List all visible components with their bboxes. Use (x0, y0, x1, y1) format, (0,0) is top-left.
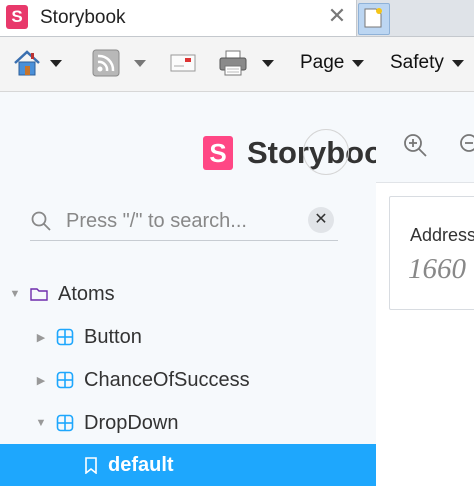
tree-item-label: DropDown (84, 411, 179, 434)
read-mail-button[interactable] (170, 47, 196, 79)
storybook-brand[interactable]: S Storybook (203, 129, 400, 175)
command-bar: Page Safety (0, 37, 474, 92)
tree-item-default-story[interactable]: default (0, 444, 376, 486)
storybook-sidebar: S Storybook ✕ ▼ Atoms ▶ Button ▶ ChanceO… (0, 92, 400, 486)
feeds-button[interactable] (92, 47, 146, 79)
page-menu[interactable]: Page (300, 47, 365, 79)
bookmark-story-icon (84, 456, 98, 474)
rss-feed-icon (92, 49, 120, 77)
home-dropdown-chevron-down-icon[interactable] (50, 59, 62, 67)
print-dropdown-chevron-down-icon[interactable] (262, 59, 274, 67)
tree-item-label: Button (84, 325, 142, 348)
zoom-out-icon[interactable] (458, 132, 474, 158)
storybook-favicon-icon: S (6, 5, 28, 29)
expand-chevron-down-icon: ▼ (35, 417, 47, 429)
search-icon (31, 211, 51, 231)
browser-tab[interactable]: S Storybook ✕ (0, 0, 357, 36)
safety-menu-label: Safety (390, 52, 444, 73)
tab-close-icon[interactable]: ✕ (326, 4, 348, 28)
cursor-focus-ring (303, 129, 349, 175)
new-tab-icon (364, 8, 382, 28)
home-button[interactable] (12, 47, 62, 79)
mail-icon (170, 54, 196, 72)
storybook-logo-icon: S (203, 136, 233, 170)
preview-pane: Address 1660 (376, 92, 474, 486)
safety-menu-chevron-down-icon (451, 59, 464, 67)
search-clear-icon[interactable]: ✕ (308, 207, 334, 233)
preview-toolbar (376, 92, 474, 183)
browser-tab-strip: S Storybook ✕ (0, 0, 474, 37)
page-menu-chevron-down-icon (352, 59, 365, 67)
tree-item-label: ChanceOfSuccess (84, 368, 250, 391)
home-icon (14, 50, 40, 76)
expand-chevron-down-icon: ▼ (9, 288, 21, 300)
tree-item-label: default (108, 453, 174, 476)
address-value: 1660 (408, 253, 466, 285)
print-button[interactable] (218, 47, 274, 79)
expand-chevron-right-icon: ▶ (36, 331, 46, 344)
zoom-in-icon[interactable] (402, 132, 428, 158)
tree-item-atoms[interactable]: ▼ Atoms (0, 273, 376, 315)
expand-chevron-right-icon: ▶ (36, 374, 46, 387)
component-icon (56, 328, 74, 346)
tree-item-chanceofsuccess[interactable]: ▶ ChanceOfSuccess (0, 359, 376, 401)
tab-title: Storybook (40, 7, 126, 28)
feeds-dropdown-chevron-down-icon[interactable] (134, 59, 146, 67)
tree-item-dropdown[interactable]: ▼ DropDown (0, 402, 376, 444)
folder-icon (30, 287, 48, 301)
address-card: Address 1660 (389, 196, 474, 310)
page-menu-label: Page (300, 52, 345, 73)
safety-menu[interactable]: Safety (390, 47, 464, 79)
new-tab-button[interactable] (358, 3, 390, 35)
search-box: ✕ (30, 204, 338, 241)
search-input[interactable] (66, 206, 296, 236)
component-icon (56, 371, 74, 389)
component-icon (56, 414, 74, 432)
tree-item-label: Atoms (58, 282, 115, 305)
tree-item-button[interactable]: ▶ Button (0, 316, 376, 358)
printer-icon (219, 50, 247, 76)
address-label: Address (410, 225, 474, 245)
